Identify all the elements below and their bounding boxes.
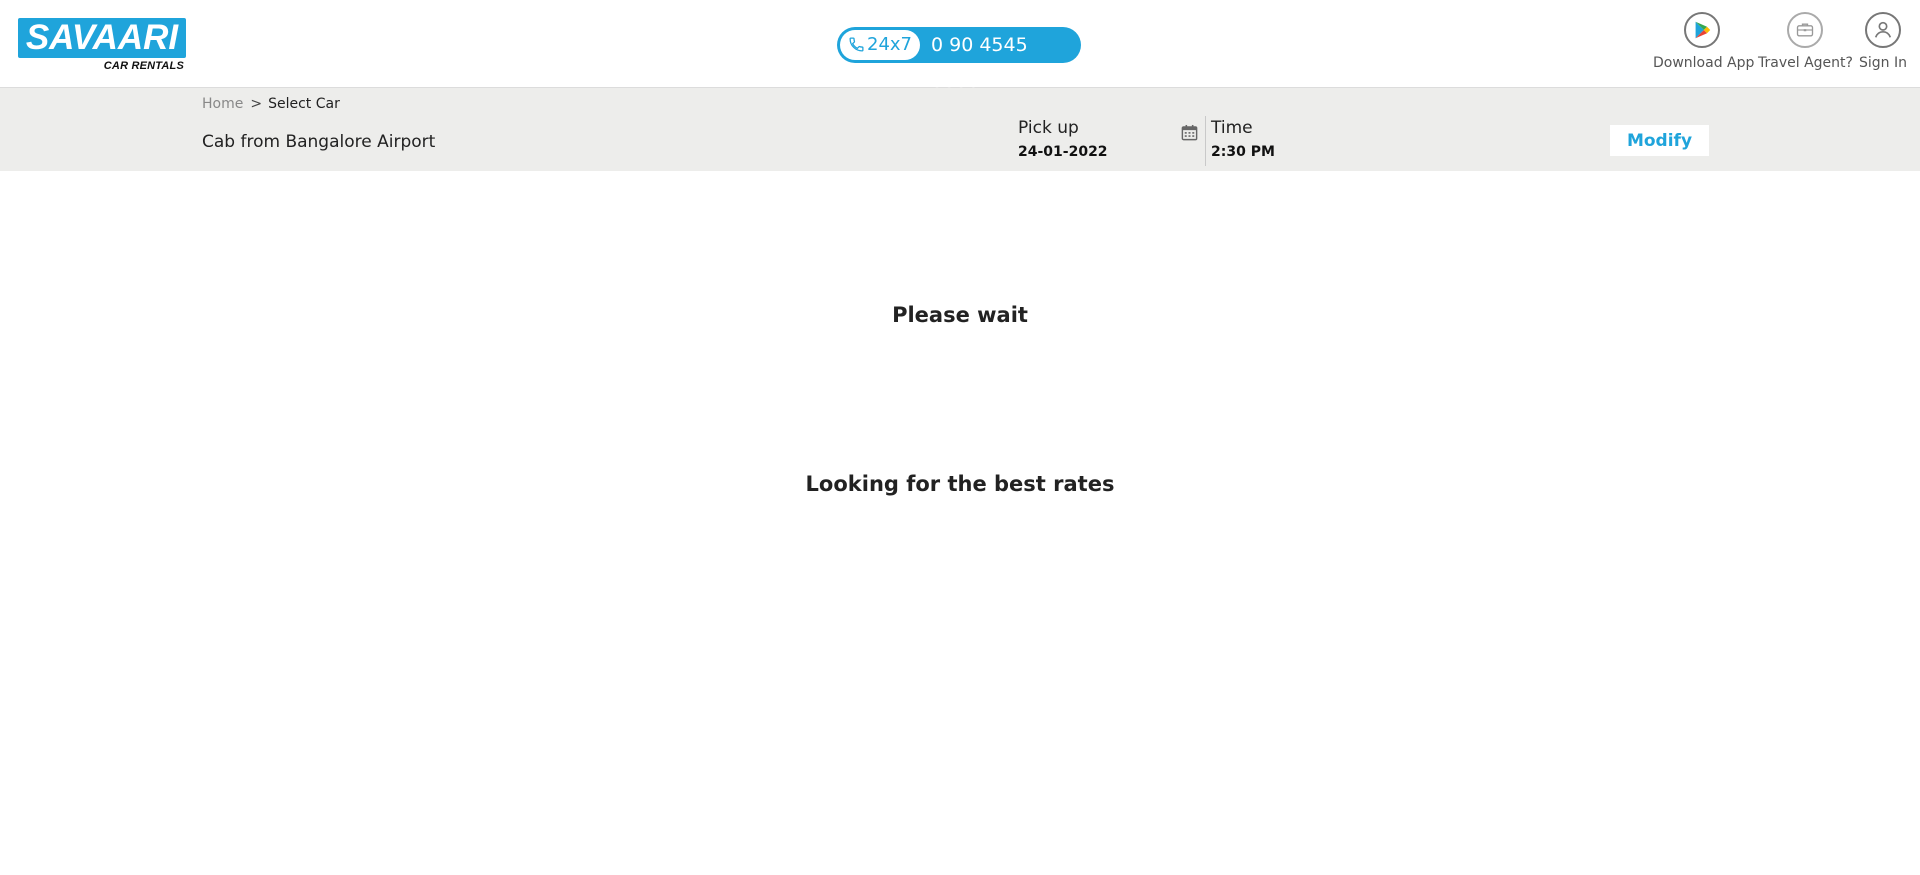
download-app-button[interactable]: Download App xyxy=(1653,12,1755,71)
modify-button[interactable]: Modify xyxy=(1610,125,1709,156)
travel-agent-button[interactable]: Travel Agent? xyxy=(1758,12,1853,71)
pickup-date-field[interactable]: Pick up 24-01-2022 xyxy=(1018,118,1108,160)
pickup-label: Pick up xyxy=(1018,118,1079,138)
time-label: Time xyxy=(1211,118,1253,138)
logo-wordmark: SAVAARI xyxy=(18,18,186,58)
field-divider xyxy=(1205,116,1206,166)
user-icon xyxy=(1865,12,1901,48)
calendar-icon[interactable] xyxy=(1180,123,1199,146)
travel-agent-label: Travel Agent? xyxy=(1758,55,1853,71)
pickup-date-value: 24-01-2022 xyxy=(1018,144,1108,160)
sign-in-button[interactable]: Sign In xyxy=(1856,12,1910,71)
breadcrumb-separator: > xyxy=(250,96,263,112)
booking-summary-bar: Home > Select Car Cab from Bangalore Airpo… xyxy=(0,88,1920,171)
breadcrumb-current: Select Car xyxy=(268,96,340,112)
phone-icon xyxy=(849,37,864,52)
breadcrumb: Home > Select Car xyxy=(202,96,340,112)
support-hours-badge: 24x7 xyxy=(840,30,920,60)
route-title: Cab from Bangalore Airport xyxy=(202,132,436,152)
savaari-logo[interactable]: SAVAARI CAR RENTALS xyxy=(18,18,186,74)
pickup-time-value: 2:30 PM xyxy=(1211,144,1275,160)
site-header: SAVAARI CAR RENTALS 24x7 0 90 4545 0000 … xyxy=(0,0,1920,92)
briefcase-icon xyxy=(1787,12,1823,48)
support-phone-number[interactable]: 0 90 4545 0000 xyxy=(931,27,1081,92)
breadcrumb-home-link[interactable]: Home xyxy=(202,96,243,112)
please-wait-heading: Please wait xyxy=(892,303,1028,327)
support-phone-pill[interactable]: 24x7 0 90 4545 0000 xyxy=(837,27,1081,92)
support-hours-text: 24x7 xyxy=(867,34,913,55)
sign-in-label: Sign In xyxy=(1859,55,1907,71)
pickup-time-field[interactable]: Time 2:30 PM xyxy=(1211,118,1275,160)
download-app-label: Download App xyxy=(1653,55,1755,71)
logo-tagline: CAR RENTALS xyxy=(103,60,184,72)
google-play-icon xyxy=(1684,12,1720,48)
loading-message: Looking for the best rates xyxy=(805,472,1115,496)
